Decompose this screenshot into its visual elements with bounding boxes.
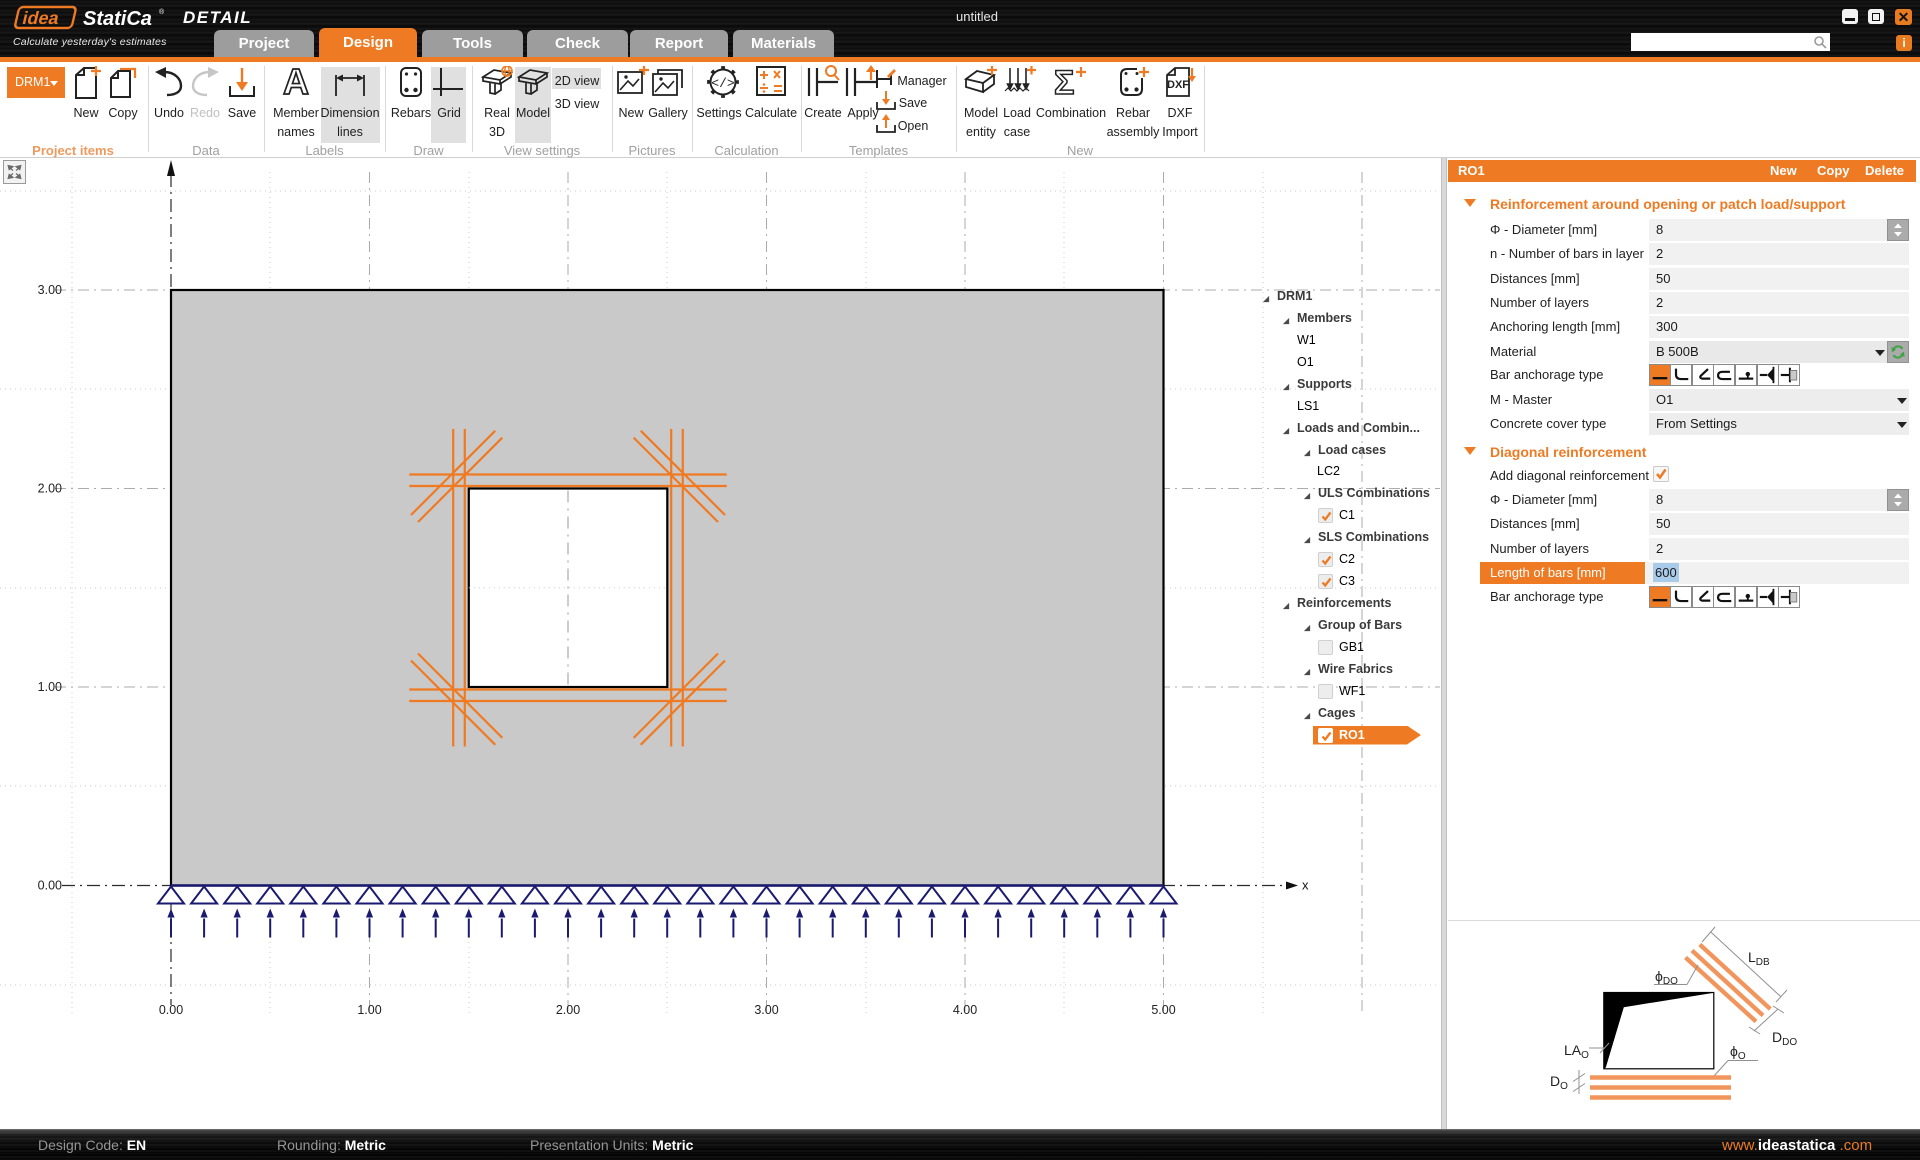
svg-text:DO: DO xyxy=(1550,1073,1568,1092)
svg-text:DXF: DXF xyxy=(1167,79,1189,91)
svg-text:x: x xyxy=(1302,878,1309,893)
svg-text:idea: idea xyxy=(20,7,62,28)
svg-text:</>: </> xyxy=(711,76,735,91)
svg-text:2.00: 2.00 xyxy=(556,1003,580,1017)
svg-text:A: A xyxy=(283,64,309,100)
svg-text:StatiCa: StatiCa xyxy=(83,8,152,30)
svg-text:Σ: Σ xyxy=(1054,66,1074,100)
svg-text:3.00: 3.00 xyxy=(754,1003,778,1017)
svg-text:5.00: 5.00 xyxy=(1151,1003,1175,1017)
svg-text:®: ® xyxy=(159,8,165,16)
svg-text:0.00: 0.00 xyxy=(159,1003,183,1017)
svg-text:DDO: DDO xyxy=(1772,1029,1797,1048)
svg-text:2.00: 2.00 xyxy=(38,482,62,496)
svg-text:0.00: 0.00 xyxy=(38,879,62,893)
svg-text:1.00: 1.00 xyxy=(357,1003,381,1017)
svg-text:4.00: 4.00 xyxy=(953,1003,977,1017)
svg-text:ϕO: ϕO xyxy=(1730,1043,1746,1062)
svg-text:LDB: LDB xyxy=(1748,949,1770,968)
svg-text:3.00: 3.00 xyxy=(38,283,62,297)
svg-text:LAO: LAO xyxy=(1564,1042,1589,1061)
svg-text:1.00: 1.00 xyxy=(38,680,62,694)
